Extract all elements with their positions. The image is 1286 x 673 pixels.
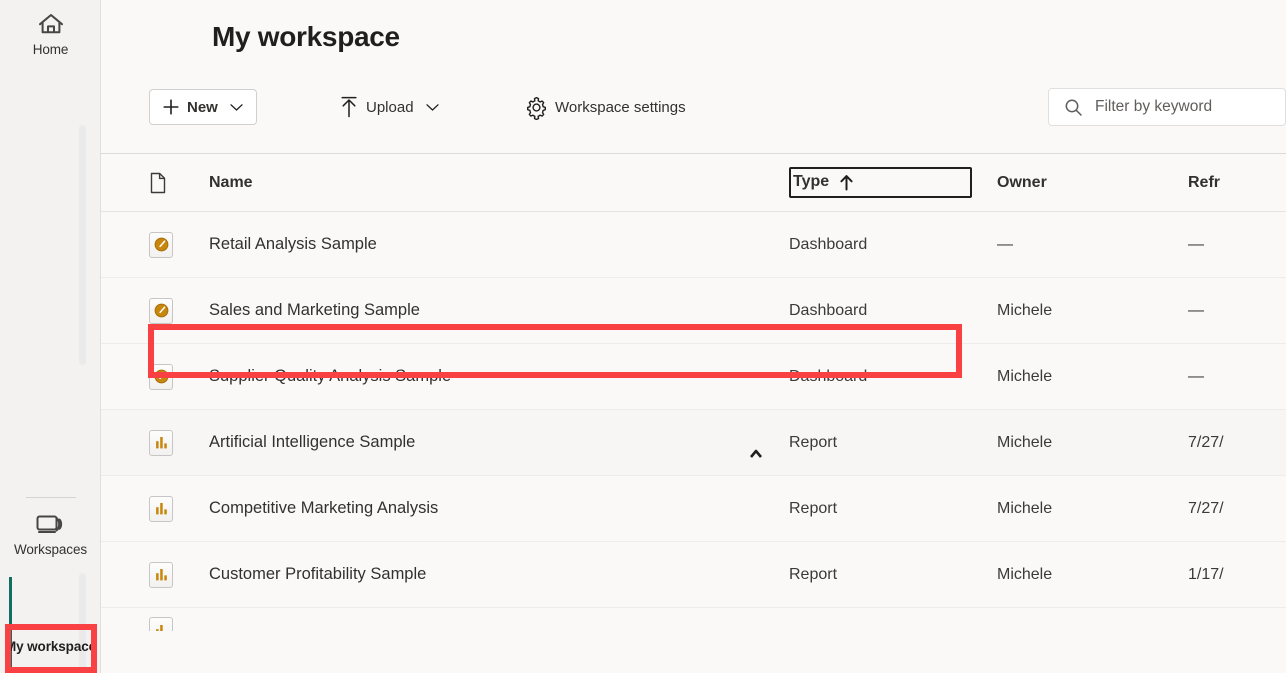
row-owner: — xyxy=(997,236,1188,254)
column-header-name[interactable]: Name xyxy=(209,174,789,192)
row-name[interactable]: Customer Profitability Sample xyxy=(209,565,789,584)
column-header-type-label: Type xyxy=(793,173,829,191)
chevron-down-icon xyxy=(230,103,243,112)
row-refreshed: 1/17/ xyxy=(1188,566,1286,584)
column-header-icon xyxy=(149,172,209,194)
sidebar-item-my-workspace[interactable]: My workspace xyxy=(0,621,101,669)
table-row[interactable]: Supplier Quality Analysis Sample Dashboa… xyxy=(101,344,1286,410)
dashboard-icon xyxy=(149,232,173,258)
upload-button[interactable]: Upload xyxy=(330,89,447,125)
row-type: Dashboard xyxy=(789,236,997,254)
row-owner: Michele xyxy=(997,434,1188,452)
column-header-type-sort-button[interactable]: Type xyxy=(789,167,972,198)
row-owner: Michele xyxy=(997,500,1188,518)
column-header-owner[interactable]: Owner xyxy=(997,174,1188,192)
chevron-down-icon xyxy=(426,103,439,112)
row-icon-cell xyxy=(149,496,209,522)
row-icon-cell xyxy=(149,430,209,456)
new-button[interactable]: New xyxy=(149,89,257,125)
sidebar-divider xyxy=(26,497,76,498)
home-icon xyxy=(36,10,66,38)
sidebar-item-workspaces[interactable]: Workspaces xyxy=(0,505,101,565)
command-toolbar: New Upload xyxy=(101,82,1286,136)
column-header-type-container: Type xyxy=(789,167,997,198)
upload-button-label: Upload xyxy=(366,99,414,116)
nav-scrollbar-track[interactable] xyxy=(79,125,86,365)
row-refreshed: — xyxy=(1188,368,1286,386)
table-row[interactable]: Sales and Marketing Sample Dashboard Mic… xyxy=(101,278,1286,344)
report-icon xyxy=(149,496,173,522)
left-navigation-rail: Home Workspaces My workspace xyxy=(0,0,101,673)
row-name[interactable]: Sales and Marketing Sample xyxy=(209,301,789,320)
row-name[interactable]: Supplier Quality Analysis Sample xyxy=(209,367,789,386)
search-input[interactable] xyxy=(1095,98,1275,116)
row-type: Report xyxy=(789,566,997,584)
sidebar-item-home[interactable]: Home xyxy=(0,4,101,64)
document-icon xyxy=(149,172,167,194)
row-icon-cell xyxy=(149,298,209,324)
sidebar-item-label-home: Home xyxy=(33,42,69,58)
dashboard-icon xyxy=(149,364,173,390)
row-owner: Michele xyxy=(997,566,1188,584)
row-name[interactable]: Artificial Intelligence Sample xyxy=(209,433,789,452)
row-name[interactable]: Retail Analysis Sample xyxy=(209,235,789,254)
table-row[interactable]: Customer Profitability Sample Report Mic… xyxy=(101,542,1286,608)
row-refreshed: 7/27/ xyxy=(1188,500,1286,518)
gear-icon xyxy=(524,95,549,120)
row-type: Report xyxy=(789,500,997,518)
table-row[interactable]: Retail Analysis Sample Dashboard — — xyxy=(101,212,1286,278)
page-title: My workspace xyxy=(212,21,400,53)
dashboard-icon xyxy=(149,298,173,324)
report-icon xyxy=(149,430,173,456)
workspaces-icon xyxy=(34,512,68,538)
row-icon-cell xyxy=(149,364,209,390)
power-bi-workspace-page: Home Workspaces My workspace My workspac… xyxy=(0,0,1286,673)
row-refreshed: — xyxy=(1188,302,1286,320)
row-type: Report xyxy=(789,434,997,452)
cursor-caret-artifact xyxy=(749,449,763,458)
sort-ascending-icon xyxy=(839,174,854,191)
plus-icon xyxy=(161,97,181,117)
main-content: My workspace New xyxy=(101,0,1286,673)
row-icon-cell xyxy=(149,617,209,631)
row-type: Dashboard xyxy=(789,302,997,320)
search-icon xyxy=(1064,98,1083,117)
row-name[interactable]: Competitive Marketing Analysis xyxy=(209,499,789,518)
table-row[interactable]: Artificial Intelligence Sample Report Mi… xyxy=(101,410,1286,476)
sidebar-item-label-my-workspace: My workspace xyxy=(5,639,96,655)
row-icon-cell xyxy=(149,232,209,258)
column-header-refreshed[interactable]: Refr xyxy=(1188,174,1286,192)
workspace-settings-button[interactable]: Workspace settings xyxy=(516,89,700,125)
row-refreshed: — xyxy=(1188,236,1286,254)
row-icon-cell xyxy=(149,562,209,588)
workspace-settings-label: Workspace settings xyxy=(555,99,686,116)
report-icon xyxy=(149,562,173,588)
table-row[interactable]: Competitive Marketing Analysis Report Mi… xyxy=(101,476,1286,542)
content-table: Name Type Owner Refr xyxy=(101,154,1286,631)
sidebar-item-label-workspaces: Workspaces xyxy=(14,542,87,558)
row-owner: Michele xyxy=(997,368,1188,386)
row-owner: Michele xyxy=(997,302,1188,320)
table-header-row: Name Type Owner Refr xyxy=(101,154,1286,212)
row-refreshed: 7/27/ xyxy=(1188,434,1286,452)
table-row-partial[interactable] xyxy=(101,608,1286,631)
row-type: Dashboard xyxy=(789,368,997,386)
upload-arrow-icon xyxy=(338,95,360,119)
filter-search-box[interactable] xyxy=(1048,88,1286,126)
report-icon xyxy=(149,617,173,631)
new-button-label: New xyxy=(187,99,218,116)
